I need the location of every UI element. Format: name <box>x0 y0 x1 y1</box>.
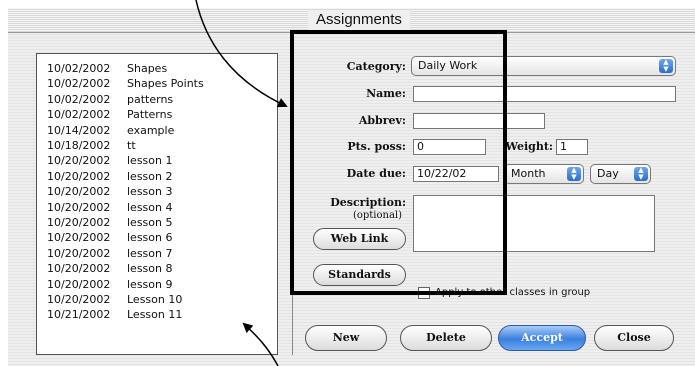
assignment-name: Lesson 11 <box>127 308 183 322</box>
list-item[interactable]: 10/20/2002 lesson 5 <box>47 216 172 230</box>
list-item[interactable]: 10/20/2002 lesson 3 <box>47 185 172 199</box>
apply-to-group-label: Apply to other classes in group <box>435 287 591 298</box>
accept-button[interactable]: Accept <box>498 325 586 351</box>
category-select-value: Daily Work <box>418 59 478 72</box>
list-item[interactable]: 10/02/2002 Patterns <box>47 108 172 122</box>
assignment-date: 10/20/2002 <box>47 277 111 291</box>
name-label: Name: <box>366 87 406 100</box>
list-item[interactable]: 10/02/2002 patterns <box>47 93 173 107</box>
weight-input[interactable]: 1 <box>556 139 588 155</box>
close-button[interactable]: Close <box>594 325 674 351</box>
name-input[interactable] <box>413 86 676 102</box>
list-item[interactable]: 10/18/2002 tt <box>47 139 136 153</box>
assignment-name: example <box>127 123 175 137</box>
new-button[interactable]: New <box>305 325 387 351</box>
points-possible-input[interactable]: 0 <box>413 139 486 155</box>
assignment-name: tt <box>127 139 136 152</box>
assignment-name: Patterns <box>127 108 173 122</box>
title-bar[interactable]: Assignments <box>8 8 695 33</box>
month-select-value: Month <box>511 167 546 180</box>
list-item[interactable]: 10/20/2002 lesson 8 <box>47 262 172 276</box>
panel-divider <box>292 50 293 355</box>
assignment-list[interactable]: 10/02/2002 Shapes 10/02/2002 Shapes Points 1… <box>36 53 278 355</box>
web-link-button[interactable]: Web Link <box>313 228 406 250</box>
assignment-name: Shapes <box>127 62 168 75</box>
popup-arrows-icon: ▲ ▼ <box>567 167 581 181</box>
assignment-name: patterns <box>127 92 174 106</box>
assignment-date: 10/20/2002 <box>47 216 111 229</box>
list-item[interactable]: 10/20/2002 lesson 1 <box>47 154 172 168</box>
assignments-window: Assignments 10/02/2002 Shapes 10/02/2002 Sh… <box>8 8 695 366</box>
category-select[interactable]: Daily Work ▲ ▼ <box>411 56 676 76</box>
month-select[interactable]: Month ▲ ▼ <box>504 164 584 184</box>
points-possible-label: Pts. poss: <box>347 140 406 153</box>
assignment-name: lesson 1 <box>127 154 173 168</box>
assignment-date: 10/20/2002 <box>47 200 111 214</box>
standards-button[interactable]: Standards <box>313 264 406 286</box>
description-optional-note: (optional) <box>352 210 402 221</box>
assignment-name: Lesson 10 <box>127 293 183 306</box>
assignment-date: 10/20/2002 <box>47 231 111 245</box>
assignment-date: 10/20/2002 <box>47 169 111 183</box>
assignment-name: lesson 6 <box>127 231 173 245</box>
assignment-date: 10/20/2002 <box>47 246 111 260</box>
assignment-date: 10/02/2002 <box>47 92 111 106</box>
list-item[interactable]: 10/21/2002 Lesson 11 <box>47 308 182 322</box>
list-item[interactable]: 10/20/2002 lesson 2 <box>47 170 172 184</box>
description-textarea[interactable] <box>413 195 655 252</box>
list-item[interactable]: 10/20/2002 Lesson 10 <box>47 293 182 307</box>
assignment-name: lesson 2 <box>127 169 173 183</box>
assignment-name: lesson 5 <box>127 216 173 229</box>
weight-label: Weight: <box>505 140 553 153</box>
list-item[interactable]: 10/20/2002 lesson 6 <box>47 231 172 245</box>
assignment-date: 10/20/2002 <box>47 154 111 168</box>
list-item[interactable]: 10/20/2002 lesson 7 <box>47 247 172 261</box>
popup-arrows-icon: ▲ ▼ <box>634 167 648 181</box>
list-item[interactable]: 10/14/2002 example <box>47 124 174 138</box>
list-item[interactable]: 10/02/2002 Shapes Points <box>47 77 204 91</box>
list-item[interactable]: 10/02/2002 Shapes <box>47 62 167 76</box>
assignment-date: 10/21/2002 <box>47 308 111 322</box>
category-label: Category: <box>346 60 406 73</box>
assignment-name: lesson 3 <box>127 185 173 199</box>
day-select-value: Day <box>597 167 619 180</box>
assignment-date: 10/14/2002 <box>47 123 111 137</box>
abbrev-label: Abbrev: <box>358 114 406 127</box>
assignment-date: 10/02/2002 <box>47 108 111 122</box>
assignment-date: 10/20/2002 <box>47 185 111 199</box>
assignment-name: Shapes Points <box>127 77 204 91</box>
abbrev-input[interactable] <box>413 113 545 129</box>
date-due-input[interactable]: 10/22/02 <box>413 166 499 182</box>
description-label: Description: <box>330 196 406 209</box>
assignment-date: 10/02/2002 <box>47 62 111 75</box>
window-title: Assignments <box>308 10 410 30</box>
assignment-name: lesson 9 <box>127 277 173 291</box>
assignment-date: 10/02/2002 <box>47 77 111 91</box>
assignment-date: 10/20/2002 <box>47 262 111 276</box>
apply-to-group-checkbox[interactable] <box>418 287 430 299</box>
assignment-date: 10/18/2002 <box>47 139 111 152</box>
delete-button[interactable]: Delete <box>400 325 492 351</box>
assignment-date: 10/20/2002 <box>47 293 111 306</box>
date-due-label: Date due: <box>346 167 406 180</box>
assignment-name: lesson 8 <box>127 262 173 276</box>
popup-arrows-icon: ▲ ▼ <box>659 59 673 73</box>
list-item[interactable]: 10/20/2002 lesson 4 <box>47 201 172 215</box>
day-select[interactable]: Day ▲ ▼ <box>590 164 651 184</box>
assignment-name: lesson 7 <box>127 246 173 260</box>
list-item[interactable]: 10/20/2002 lesson 9 <box>47 278 172 292</box>
assignment-name: lesson 4 <box>127 200 173 214</box>
